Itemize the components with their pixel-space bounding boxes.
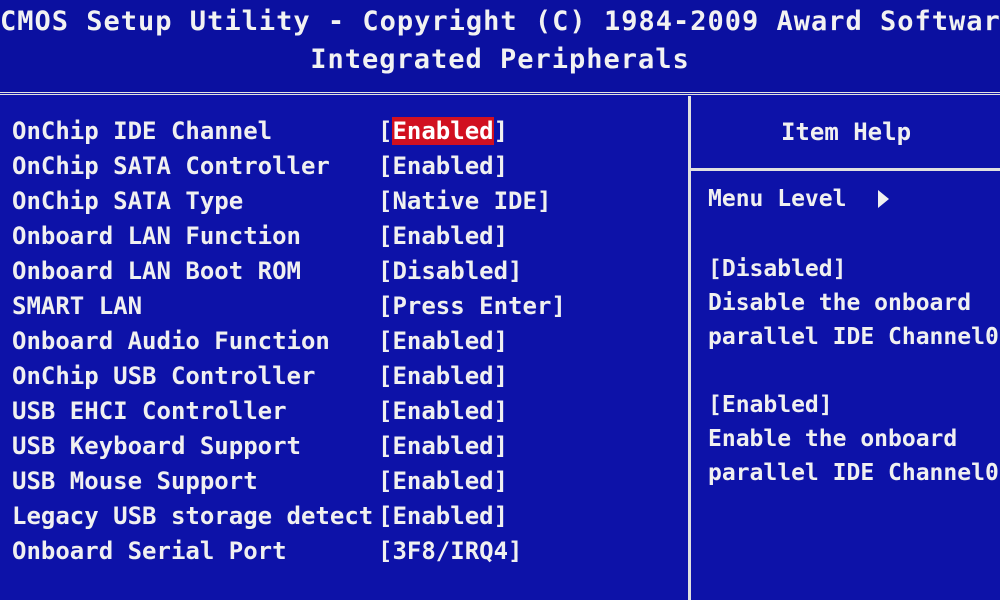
utility-title: CMOS Setup Utility - Copyright (C) 1984-… [0, 6, 1000, 37]
help-line: [Disabled] [708, 256, 847, 282]
title-bar: CMOS Setup Utility - Copyright (C) 1984-… [0, 0, 1000, 92]
setting-label: OnChip USB Controller [12, 362, 316, 390]
help-line: Enable the onboard [708, 426, 958, 452]
setting-label: OnChip IDE Channel [12, 117, 273, 145]
help-line: Disable the onboard [708, 290, 972, 316]
setting-label: Legacy USB storage detect [12, 502, 374, 530]
setting-label: USB EHCI Controller [12, 397, 287, 425]
setting-value[interactable]: [Enabled] [378, 359, 508, 393]
setting-value[interactable]: [Enabled] [378, 219, 508, 253]
setting-value-text: Disabled [392, 257, 509, 285]
triangle-right-icon [878, 190, 890, 208]
setting-value-text: Native IDE [392, 187, 537, 215]
setting-value-text: Enabled [392, 152, 494, 180]
menu-level-label: Menu Level [708, 186, 847, 212]
setting-label: USB Keyboard Support [12, 432, 301, 460]
setting-label: OnChip SATA Type [12, 187, 244, 215]
item-help-panel: Item Help Menu Level [Disabled] Disable … [692, 96, 1000, 600]
item-help-title: Item Help [780, 118, 912, 146]
page-title: Integrated Peripherals [310, 44, 690, 75]
setting-value[interactable]: [Enabled] [378, 149, 508, 183]
setting-value-text: Enabled [392, 327, 494, 355]
setting-label: Onboard LAN Function [12, 222, 301, 250]
setting-value-text: Enabled [392, 222, 494, 250]
setting-value[interactable]: [Enabled] [378, 324, 508, 358]
setting-value[interactable]: [Enabled] [378, 464, 508, 498]
setting-value-text: 3F8/IRQ4 [392, 537, 509, 565]
setting-value[interactable]: [3F8/IRQ4] [378, 534, 523, 568]
setting-value-text: Enabled [392, 467, 494, 495]
help-line: [Enabled] [708, 392, 833, 418]
setting-label: OnChip SATA Controller [12, 152, 330, 180]
setting-value-text: Enabled [392, 117, 494, 145]
setting-value[interactable]: [Enabled] [378, 394, 508, 428]
setting-label: Onboard LAN Boot ROM [12, 257, 301, 285]
setting-label: Onboard Serial Port [12, 537, 287, 565]
setting-value-text: Press Enter [392, 292, 552, 320]
help-line: parallel IDE Channel0. [708, 324, 1000, 350]
setting-value[interactable]: [Press Enter] [378, 289, 566, 323]
setting-value[interactable]: [Disabled] [378, 254, 523, 288]
setting-label: SMART LAN [12, 292, 143, 320]
setting-value-text: Enabled [392, 397, 494, 425]
setting-label: USB Mouse Support [12, 467, 258, 495]
setting-value-text: Enabled [392, 502, 494, 530]
setting-value[interactable]: [Enabled] [378, 499, 508, 533]
setting-value-text: Enabled [392, 362, 494, 390]
setting-value[interactable]: [Enabled] [378, 429, 508, 463]
setting-label: Onboard Audio Function [12, 327, 330, 355]
panel-divider [688, 96, 691, 600]
setting-value-text: Enabled [392, 432, 494, 460]
help-line: parallel IDE Channel0. [708, 460, 1000, 486]
setting-value[interactable]: [Enabled] [378, 114, 508, 148]
setting-value[interactable]: [Native IDE] [378, 184, 551, 218]
menu-level: Menu Level [708, 186, 890, 212]
